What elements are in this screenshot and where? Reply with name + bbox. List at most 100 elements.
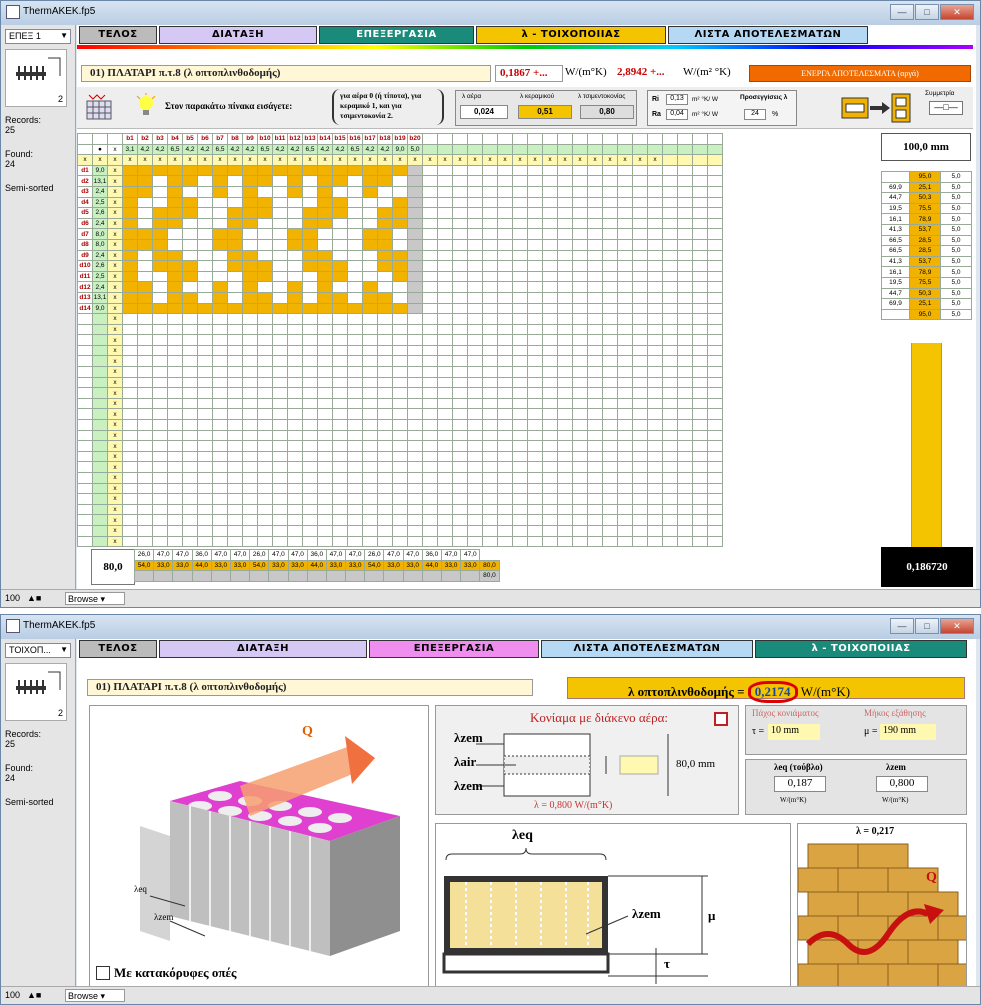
grid-cell[interactable] xyxy=(437,207,453,219)
grid-cell[interactable] xyxy=(527,207,543,219)
grid-cell[interactable] xyxy=(512,164,528,177)
grid-cell[interactable] xyxy=(407,482,423,495)
grid-cell[interactable] xyxy=(212,387,228,399)
symmetry-toggle[interactable]: —□— xyxy=(929,101,963,115)
grid-cell[interactable] xyxy=(602,493,618,505)
grid-cell[interactable] xyxy=(347,313,363,325)
grid-cell[interactable] xyxy=(317,185,333,198)
grid-cell[interactable] xyxy=(647,334,663,346)
grid-cell[interactable] xyxy=(227,302,243,315)
grid-cell[interactable] xyxy=(482,217,498,230)
column-width-cell[interactable]: 4,2 xyxy=(377,143,393,156)
grid-cell[interactable] xyxy=(587,334,603,346)
grid-cell[interactable] xyxy=(377,387,393,399)
grid-cell[interactable] xyxy=(662,472,678,484)
grid-cell[interactable] xyxy=(332,175,348,187)
grid-cell[interactable] xyxy=(212,419,228,431)
grid-cell[interactable] xyxy=(617,291,633,304)
column-toggle[interactable]: x xyxy=(332,154,348,166)
grid-cell[interactable] xyxy=(542,207,558,219)
grid-cell[interactable] xyxy=(257,228,273,240)
grid-cell[interactable] xyxy=(497,217,513,230)
grid-cell[interactable] xyxy=(287,260,303,272)
grid-cell[interactable] xyxy=(647,196,663,209)
grid-cell[interactable] xyxy=(677,164,693,177)
grid-cell[interactable] xyxy=(482,238,498,251)
grid-cell[interactable] xyxy=(392,207,408,219)
grid-cell[interactable] xyxy=(377,493,393,505)
grid-cell[interactable] xyxy=(707,228,723,240)
grid-cell[interactable] xyxy=(512,524,528,537)
grid-cell[interactable] xyxy=(137,228,153,240)
grid-cell[interactable] xyxy=(242,472,258,484)
grid-cell[interactable] xyxy=(662,313,678,325)
grid-cell[interactable] xyxy=(692,524,708,537)
grid-cell[interactable] xyxy=(512,302,528,315)
column-width-cell[interactable] xyxy=(437,143,453,156)
grid-cell[interactable] xyxy=(557,281,573,293)
grid-cell[interactable] xyxy=(302,366,318,378)
grid-cell[interactable] xyxy=(632,366,648,378)
column-toggle[interactable]: x xyxy=(242,154,258,166)
grid-cell[interactable] xyxy=(212,535,228,548)
grid-cell[interactable] xyxy=(152,472,168,484)
grid-cell[interactable] xyxy=(647,440,663,452)
grid-cell[interactable] xyxy=(422,164,438,177)
grid-cell[interactable] xyxy=(422,503,438,516)
grid-cell[interactable] xyxy=(242,450,258,463)
grid-cell[interactable] xyxy=(527,260,543,272)
grid-cell[interactable] xyxy=(452,397,468,410)
grid-cell[interactable] xyxy=(452,524,468,537)
grid-cell[interactable] xyxy=(242,387,258,399)
grid-cell[interactable] xyxy=(227,334,243,346)
grid-cell[interactable] xyxy=(122,228,138,240)
grid-cell[interactable] xyxy=(377,376,393,389)
grid-cell[interactable] xyxy=(317,228,333,240)
grid-cell[interactable] xyxy=(617,419,633,431)
grid-cell[interactable] xyxy=(572,334,588,346)
grid-cell[interactable] xyxy=(512,228,528,240)
zoom-level[interactable]: 100 xyxy=(5,990,20,1000)
grid-cell[interactable] xyxy=(377,344,393,357)
grid-cell[interactable] xyxy=(707,482,723,495)
grid-cell[interactable] xyxy=(152,366,168,378)
grid-cell[interactable] xyxy=(467,503,483,516)
grid-cell[interactable] xyxy=(212,440,228,452)
grid-cell[interactable] xyxy=(452,217,468,230)
grid-cell[interactable] xyxy=(227,472,243,484)
grid-cell[interactable] xyxy=(602,366,618,378)
grid-cell[interactable] xyxy=(122,503,138,516)
grid-cell[interactable] xyxy=(122,450,138,463)
grid-cell[interactable] xyxy=(707,291,723,304)
grid-cell[interactable] xyxy=(572,419,588,431)
grid-cell[interactable] xyxy=(437,524,453,537)
grid-cell[interactable] xyxy=(662,291,678,304)
column-toggle[interactable]: x xyxy=(317,154,333,166)
grid-cell[interactable] xyxy=(617,482,633,495)
grid-cell[interactable] xyxy=(137,217,153,230)
grid-cell[interactable] xyxy=(302,334,318,346)
grid-cell[interactable] xyxy=(257,419,273,431)
grid-cell[interactable] xyxy=(152,514,168,526)
grid-cell[interactable] xyxy=(152,482,168,495)
grid-cell[interactable] xyxy=(677,493,693,505)
grid-cell[interactable] xyxy=(362,524,378,537)
column-toggle[interactable]: x xyxy=(437,154,453,166)
grid-cell[interactable] xyxy=(497,493,513,505)
grid-cell[interactable] xyxy=(302,493,318,505)
grid-cell[interactable] xyxy=(167,524,183,537)
grid-cell[interactable] xyxy=(212,344,228,357)
grid-cell[interactable] xyxy=(167,260,183,272)
grid-cell[interactable] xyxy=(392,249,408,262)
grid-cell[interactable] xyxy=(662,376,678,389)
grid-cell[interactable] xyxy=(122,472,138,484)
grid-cell[interactable] xyxy=(242,217,258,230)
grid-cell[interactable] xyxy=(212,450,228,463)
grid-cell[interactable] xyxy=(272,291,288,304)
grid-cell[interactable] xyxy=(287,281,303,293)
grid-cell[interactable] xyxy=(662,419,678,431)
grid-cell[interactable] xyxy=(632,429,648,442)
grid-cell[interactable] xyxy=(377,397,393,410)
grid-cell[interactable] xyxy=(272,387,288,399)
grid-cell[interactable] xyxy=(647,503,663,516)
